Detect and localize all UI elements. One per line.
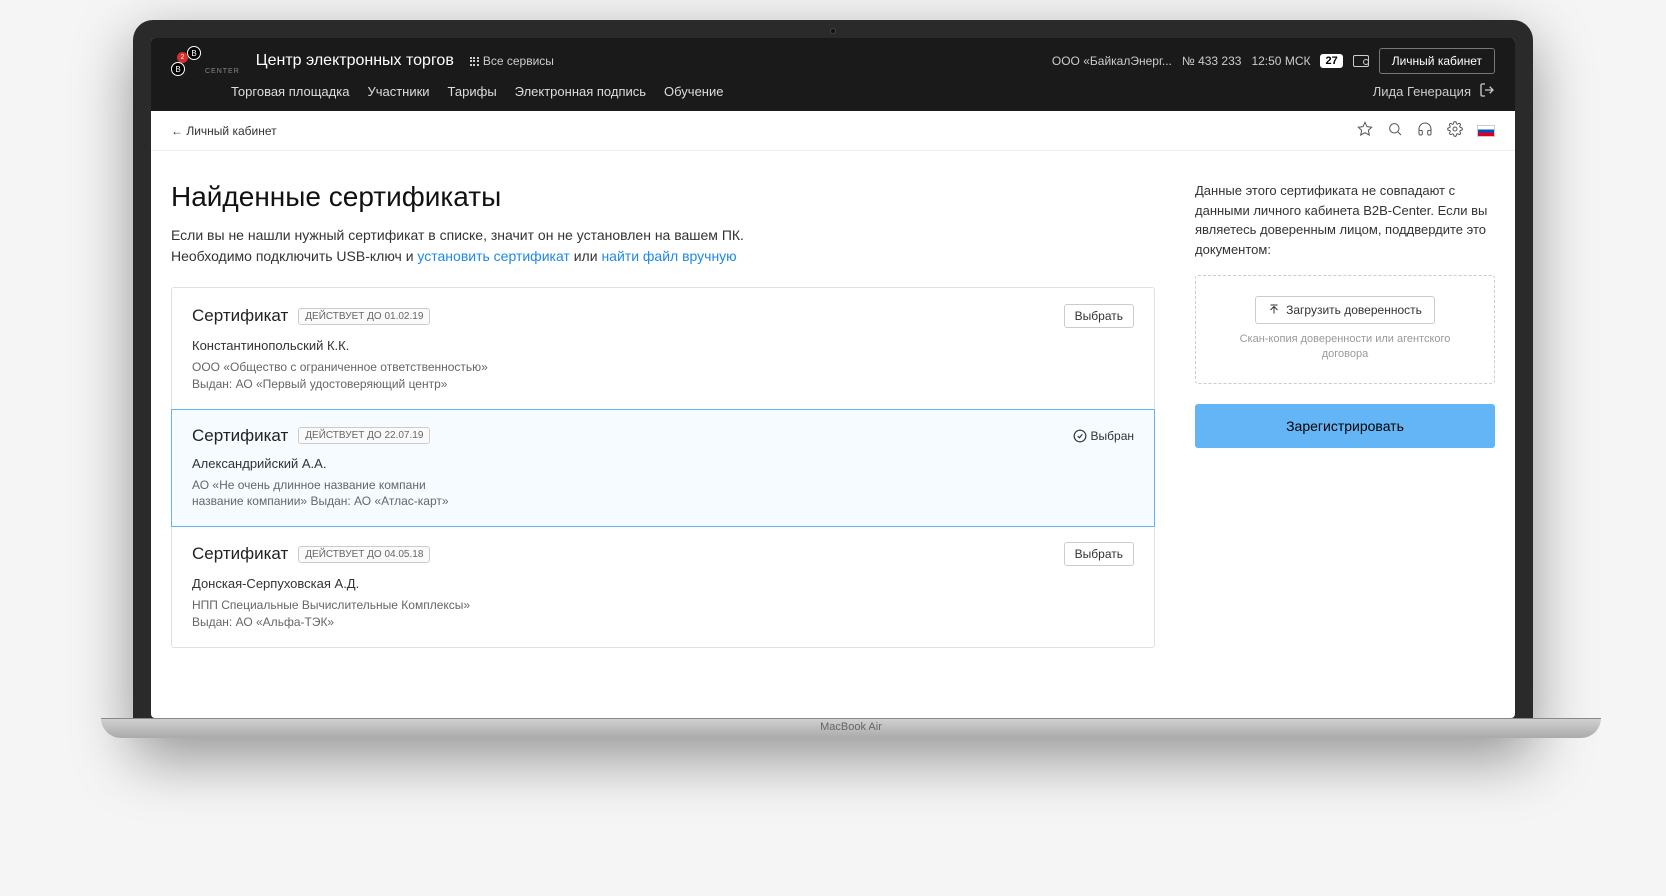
nav-item-training[interactable]: Обучение [664, 84, 723, 99]
support-icon[interactable] [1417, 121, 1433, 140]
certificate-card[interactable]: Сертификат ДЕЙСТВУЕТ ДО 01.02.19 Выбрать… [172, 288, 1154, 410]
logo-sub: CENTER [205, 68, 240, 75]
all-services-link[interactable]: Все сервисы [470, 54, 554, 68]
intro-text: Если вы не нашли нужный сертификат в спи… [171, 225, 1155, 267]
upload-icon [1268, 304, 1280, 316]
clock-time: 12:50 МСК [1251, 54, 1310, 68]
user-name: Лида Генерация [1373, 84, 1471, 99]
cert-person: Донская-Серпуховская А.Д. [192, 576, 1134, 591]
cert-validity-badge: ДЕЙСТВУЕТ ДО 22.07.19 [298, 427, 430, 444]
check-circle-icon [1073, 429, 1087, 443]
logout-icon[interactable] [1479, 82, 1495, 101]
all-services-label: Все сервисы [483, 54, 554, 68]
cert-company: НПП Специальные Вычислительные Комплексы… [192, 597, 1134, 614]
upload-dropzone[interactable]: Загрузить доверенность Скан-копия довере… [1195, 275, 1495, 384]
selected-label: Выбран [1091, 429, 1134, 443]
cert-title: Сертификат [192, 306, 288, 326]
select-button[interactable]: Выбрать [1064, 304, 1134, 328]
cert-title: Сертификат [192, 426, 288, 446]
certificate-card-selected[interactable]: Сертификат ДЕЙСТВУЕТ ДО 22.07.19 Выбран … [171, 409, 1155, 528]
brand-title: Центр электронных торгов [256, 52, 454, 70]
find-file-link[interactable]: найти файл вручную [601, 248, 736, 264]
org-name: ООО «БайкалЭнерг... [1052, 54, 1172, 68]
account-button[interactable]: Личный кабинет [1379, 48, 1495, 74]
cert-issuer: название компании» Выдан: АО «Атлас-карт… [192, 493, 1134, 510]
intro-line2a: Необходимо подключить USB-ключ и [171, 248, 417, 264]
cert-company: АО «Не очень длинное название компани [192, 477, 1134, 494]
cert-company: ООО «Общество с ограниченное ответственн… [192, 359, 1134, 376]
nav-item-market[interactable]: Торговая площадка [231, 84, 349, 99]
logo-b2-icon: B [171, 62, 185, 76]
upload-hint: Скан-копия доверенности или агентского д… [1216, 332, 1474, 363]
upload-button-label: Загрузить доверенность [1286, 303, 1422, 317]
cert-person: Александрийский А.А. [192, 456, 1134, 471]
nav-item-tariffs[interactable]: Тарифы [448, 84, 497, 99]
grid-icon [470, 57, 479, 66]
notification-count[interactable]: 27 [1320, 54, 1342, 68]
cert-validity-badge: ДЕЙСТВУЕТ ДО 04.05.18 [298, 546, 430, 563]
register-button[interactable]: Зарегистрировать [1195, 404, 1495, 448]
page-title: Найденные сертификаты [171, 181, 1155, 213]
side-warning: Данные этого сертификата не совпадают с … [1195, 181, 1495, 259]
flag-ru-icon[interactable] [1477, 125, 1495, 137]
star-icon[interactable] [1357, 121, 1373, 140]
laptop-brand: MacBook Air [820, 721, 882, 733]
nav-item-esign[interactable]: Электронная подпись [515, 84, 646, 99]
cert-title: Сертификат [192, 544, 288, 564]
brand-logo[interactable]: B 2 B CENTER [171, 46, 240, 76]
search-icon[interactable] [1387, 121, 1403, 140]
nav-item-members[interactable]: Участники [367, 84, 429, 99]
upload-button[interactable]: Загрузить доверенность [1255, 296, 1435, 324]
intro-line1: Если вы не нашли нужный сертификат в спи… [171, 227, 744, 243]
order-number: № 433 233 [1182, 54, 1242, 68]
cert-issuer: Выдан: АО «Первый удостоверяющий центр» [192, 376, 1134, 393]
intro-line2b: или [570, 248, 602, 264]
cert-person: Константинопольский К.К. [192, 338, 1134, 353]
breadcrumb-back[interactable]: ← Личный кабинет [171, 124, 277, 138]
logo-b-icon: B [187, 46, 201, 60]
select-button[interactable]: Выбрать [1064, 542, 1134, 566]
certificate-card[interactable]: Сертификат ДЕЙСТВУЕТ ДО 04.05.18 Выбрать… [172, 526, 1154, 647]
selected-indicator: Выбран [1073, 429, 1134, 443]
cert-validity-badge: ДЕЙСТВУЕТ ДО 01.02.19 [298, 308, 430, 325]
cert-issuer: Выдан: АО «Альфа-ТЭК» [192, 614, 1134, 631]
install-cert-link[interactable]: установить сертификат [417, 248, 569, 264]
laptop-camera [830, 28, 836, 34]
wallet-icon[interactable] [1353, 55, 1369, 67]
gear-icon[interactable] [1447, 121, 1463, 140]
certificate-list: Сертификат ДЕЙСТВУЕТ ДО 01.02.19 Выбрать… [171, 287, 1155, 648]
